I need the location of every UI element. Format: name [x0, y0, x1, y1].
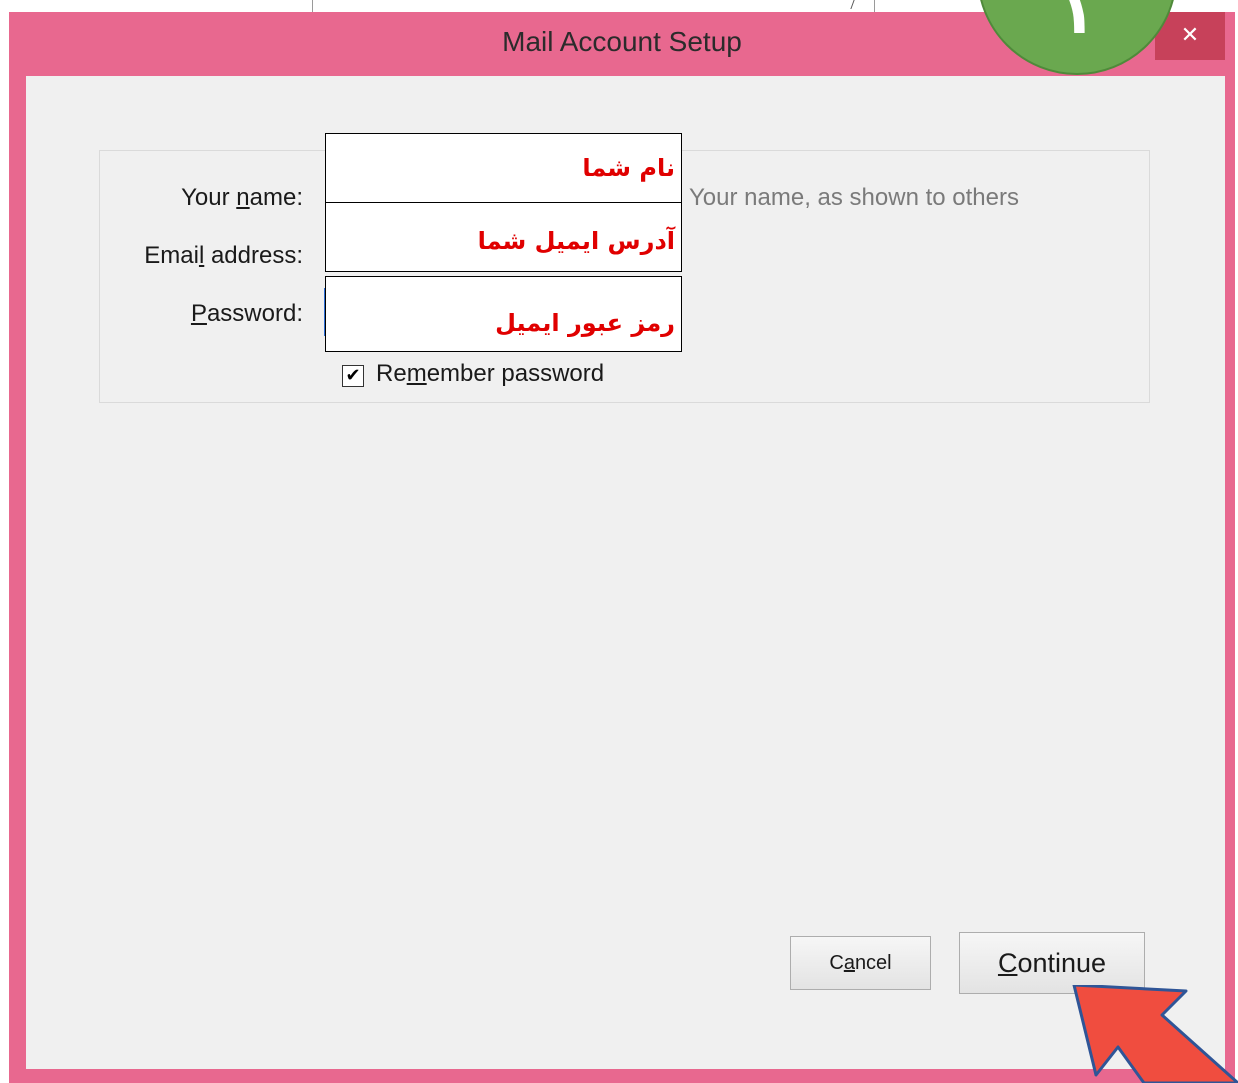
label-text: Re: [376, 360, 407, 387]
your-name-label: Your name:: [103, 184, 303, 212]
background-chevron: [844, 0, 855, 9]
background-divider: [874, 0, 875, 12]
password-input[interactable]: رمز عبور ایمیل: [325, 276, 682, 352]
mail-account-setup-dialog: Mail Account Setup ✕ Your name: نام شما …: [9, 12, 1235, 1083]
label-text: ember password: [426, 360, 605, 387]
arrow-shape: [1072, 985, 1238, 1083]
button-text: ontinue: [1017, 948, 1107, 978]
pointer-arrow-icon: [1072, 985, 1238, 1083]
access-key: a: [843, 952, 855, 974]
access-key: n: [236, 184, 250, 211]
label-text: Emai: [144, 242, 199, 269]
access-key: m: [406, 360, 427, 387]
label-text: address:: [204, 242, 303, 269]
your-name-input[interactable]: نام شما: [325, 133, 682, 203]
button-text: C: [829, 952, 844, 974]
access-key: C: [997, 948, 1018, 978]
remember-password-label[interactable]: Remember password: [376, 360, 604, 388]
password-label: Password:: [103, 300, 303, 328]
email-address-input[interactable]: آدرس ایمیل شما: [325, 202, 682, 272]
label-text: ame:: [249, 184, 303, 211]
remember-password-checkbox[interactable]: ✔: [342, 365, 364, 387]
close-icon: ✕: [1180, 23, 1200, 48]
step-number: ۱: [1058, 0, 1096, 48]
email-address-label: Email address:: [103, 242, 303, 270]
label-text: Your: [181, 184, 237, 211]
your-name-hint: Your name, as shown to others: [689, 184, 1019, 211]
background-divider: [312, 0, 313, 12]
cancel-button[interactable]: Cancel: [790, 936, 931, 990]
access-key: P: [190, 300, 207, 327]
label-text: assword:: [206, 300, 303, 327]
button-text: ncel: [854, 952, 892, 974]
dialog-body: Your name: نام شما Your name, as shown t…: [26, 76, 1225, 1069]
